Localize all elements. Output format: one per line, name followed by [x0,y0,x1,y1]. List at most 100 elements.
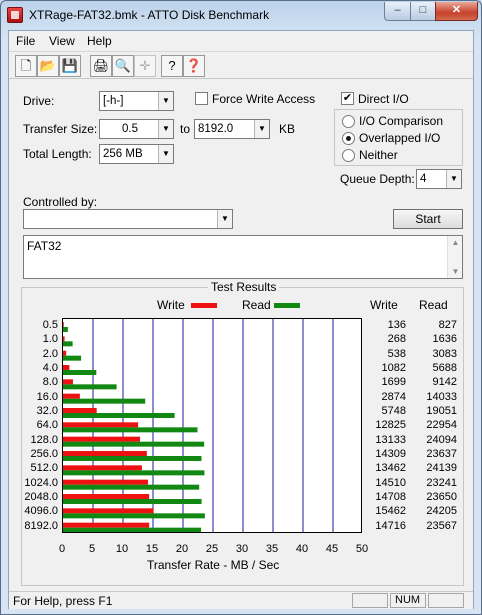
y-tick-label: 128.0 [30,433,58,446]
io-mode-group: I/O Comparison Overlapped I/O Neither [334,109,463,166]
legend-write-swatch [191,303,217,308]
x-tick-label: 0 [58,543,66,555]
write-value: 1082 [381,362,406,374]
close-button[interactable]: ✕ [435,2,478,21]
write-bar [63,494,150,499]
read-bar [63,441,205,447]
write-bar [63,422,139,428]
write-value: 14716 [375,519,406,532]
y-tick-label: 256.0 [30,448,58,460]
read-bar [63,327,68,332]
write-value: 5748 [381,405,406,417]
app-icon [7,7,23,23]
read-value: 23567 [426,519,457,532]
menu-file[interactable]: File [16,34,35,48]
x-tick-label: 45 [325,543,339,555]
controlled-by-label: Controlled by: [23,195,98,209]
controlled-by-select[interactable]: ▼ [23,209,233,229]
total-length-value: 256 MB [103,148,143,160]
read-value: 5688 [432,362,457,374]
io-comparison-radio[interactable] [342,115,355,128]
transfer-from-value: 0.5 [122,123,138,135]
drive-value: [-h-] [103,95,124,107]
read-value: 23650 [426,491,457,503]
scrollbar[interactable]: ▲ ▼ [447,236,462,278]
write-bar [63,322,64,327]
overlapped-io-radio[interactable] [342,132,355,145]
direct-io-checkbox[interactable]: ✔ [341,92,354,105]
read-bar [63,384,117,390]
x-tick-label: 35 [265,543,279,555]
write-value: 15462 [375,505,406,518]
io-comparison-label: I/O Comparison [359,114,444,128]
read-value: 23637 [426,448,457,460]
write-value: 14708 [375,491,406,503]
toolbar: 🗋 📂 💾 🖨 🔍 ✛? ❓ [9,51,473,79]
queue-depth-select[interactable]: 4 ▼ [416,169,462,189]
read-bar [63,355,82,361]
read-value: 1636 [432,333,457,346]
x-tick-label: 10 [115,543,129,555]
menu-view[interactable]: View [49,34,75,48]
to-label: to [180,122,191,136]
context-help-icon[interactable]: ❓ [183,55,205,77]
num-lock-indicator: NUM [390,593,426,608]
neither-label: Neither [359,148,398,162]
scroll-up-icon[interactable]: ▲ [448,238,463,247]
drive-select[interactable]: [-h-] ▼ [99,91,174,111]
read-value: 22954 [426,419,457,432]
scroll-down-icon[interactable]: ▼ [448,267,463,276]
total-length-select[interactable]: 256 MB ▼ [99,144,174,164]
transfer-to-select[interactable]: 8192.0 ▼ [194,119,270,139]
print-preview-icon[interactable]: 🔍 [112,55,134,77]
move-icon[interactable]: ✛ [134,55,156,77]
column-header-write: Write [370,298,398,312]
status-text: For Help, press F1 [13,594,113,608]
y-tick-label: 32.0 [36,405,58,417]
write-bar [63,508,154,514]
write-value: 538 [387,347,406,360]
read-value: 827 [438,319,457,331]
drive-label: Drive: [23,94,55,108]
save-icon[interactable]: 💾 [59,55,81,77]
description-textarea[interactable]: FAT32 ▲ ▼ [23,235,463,279]
print-icon[interactable]: 🖨 [90,55,112,77]
y-tick-label: 64.0 [36,419,58,432]
write-bar [63,336,65,342]
legend-read-swatch [274,303,300,308]
help-icon[interactable]: ? [161,55,183,77]
minimize-button[interactable]: – [384,2,411,21]
open-folder-icon[interactable]: 📂 [37,55,59,77]
x-tick-label: 5 [88,543,96,555]
y-tick-label: 2048.0 [24,491,58,503]
x-tick-label: 25 [205,543,219,555]
total-length-label: Total Length: [23,147,92,161]
y-tick-label: 1024.0 [24,476,58,489]
x-tick-label: 50 [355,543,369,555]
y-tick-label: 4096.0 [24,505,58,518]
title-bar[interactable]: XTRage-FAT32.bmk - ATTO Disk Benchmark –… [1,1,481,29]
force-write-checkbox[interactable] [195,92,208,105]
new-file-icon[interactable]: 🗋 [15,55,37,77]
queue-depth-value: 4 [420,173,427,185]
write-value: 13133 [375,433,406,446]
write-value: 1699 [381,376,406,389]
write-value: 2874 [381,390,406,403]
read-bar [63,398,146,404]
read-bar [63,413,175,418]
y-tick-label: 8.0 [42,376,58,389]
read-bar [63,513,205,519]
chevron-down-icon: ▼ [158,92,173,110]
transfer-from-select[interactable]: 0.5 ▼ [99,119,174,139]
neither-radio[interactable] [342,149,355,162]
x-tick-label: 15 [145,543,159,555]
read-bar [63,456,202,461]
x-tick-label: 30 [235,543,249,555]
read-value: 3083 [432,347,457,360]
write-value: 14309 [375,448,406,460]
start-button[interactable]: Start [393,209,463,229]
maximize-button[interactable]: □ [410,2,436,21]
menu-help[interactable]: Help [87,34,112,48]
test-results-title: Test Results [208,280,280,294]
queue-depth-label: Queue Depth: [340,172,415,186]
